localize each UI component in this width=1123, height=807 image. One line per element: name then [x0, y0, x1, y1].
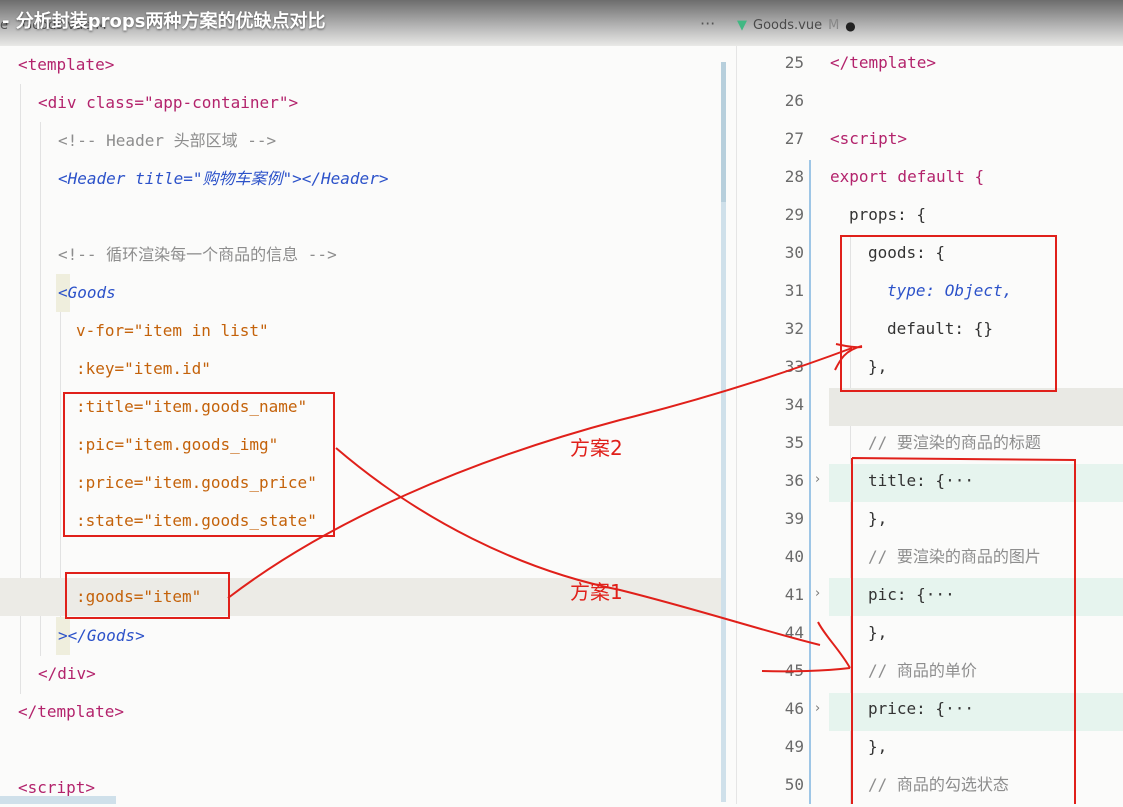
plan2-arrowhead	[834, 343, 863, 371]
props-box-right	[851, 457, 1076, 804]
bottom-scrollbar[interactable]	[0, 796, 116, 804]
plan2-label: 方案2	[570, 436, 623, 460]
plan1-label: 方案1	[570, 580, 623, 604]
plan2-arrow	[227, 347, 853, 599]
annotation-overlay	[63, 235, 1076, 804]
props-box-left	[63, 392, 335, 537]
goods-box-left	[65, 572, 230, 619]
goods-box-right	[840, 235, 1057, 392]
plan1-arrowhead	[761, 621, 851, 673]
plan1-arrow	[335, 447, 821, 646]
